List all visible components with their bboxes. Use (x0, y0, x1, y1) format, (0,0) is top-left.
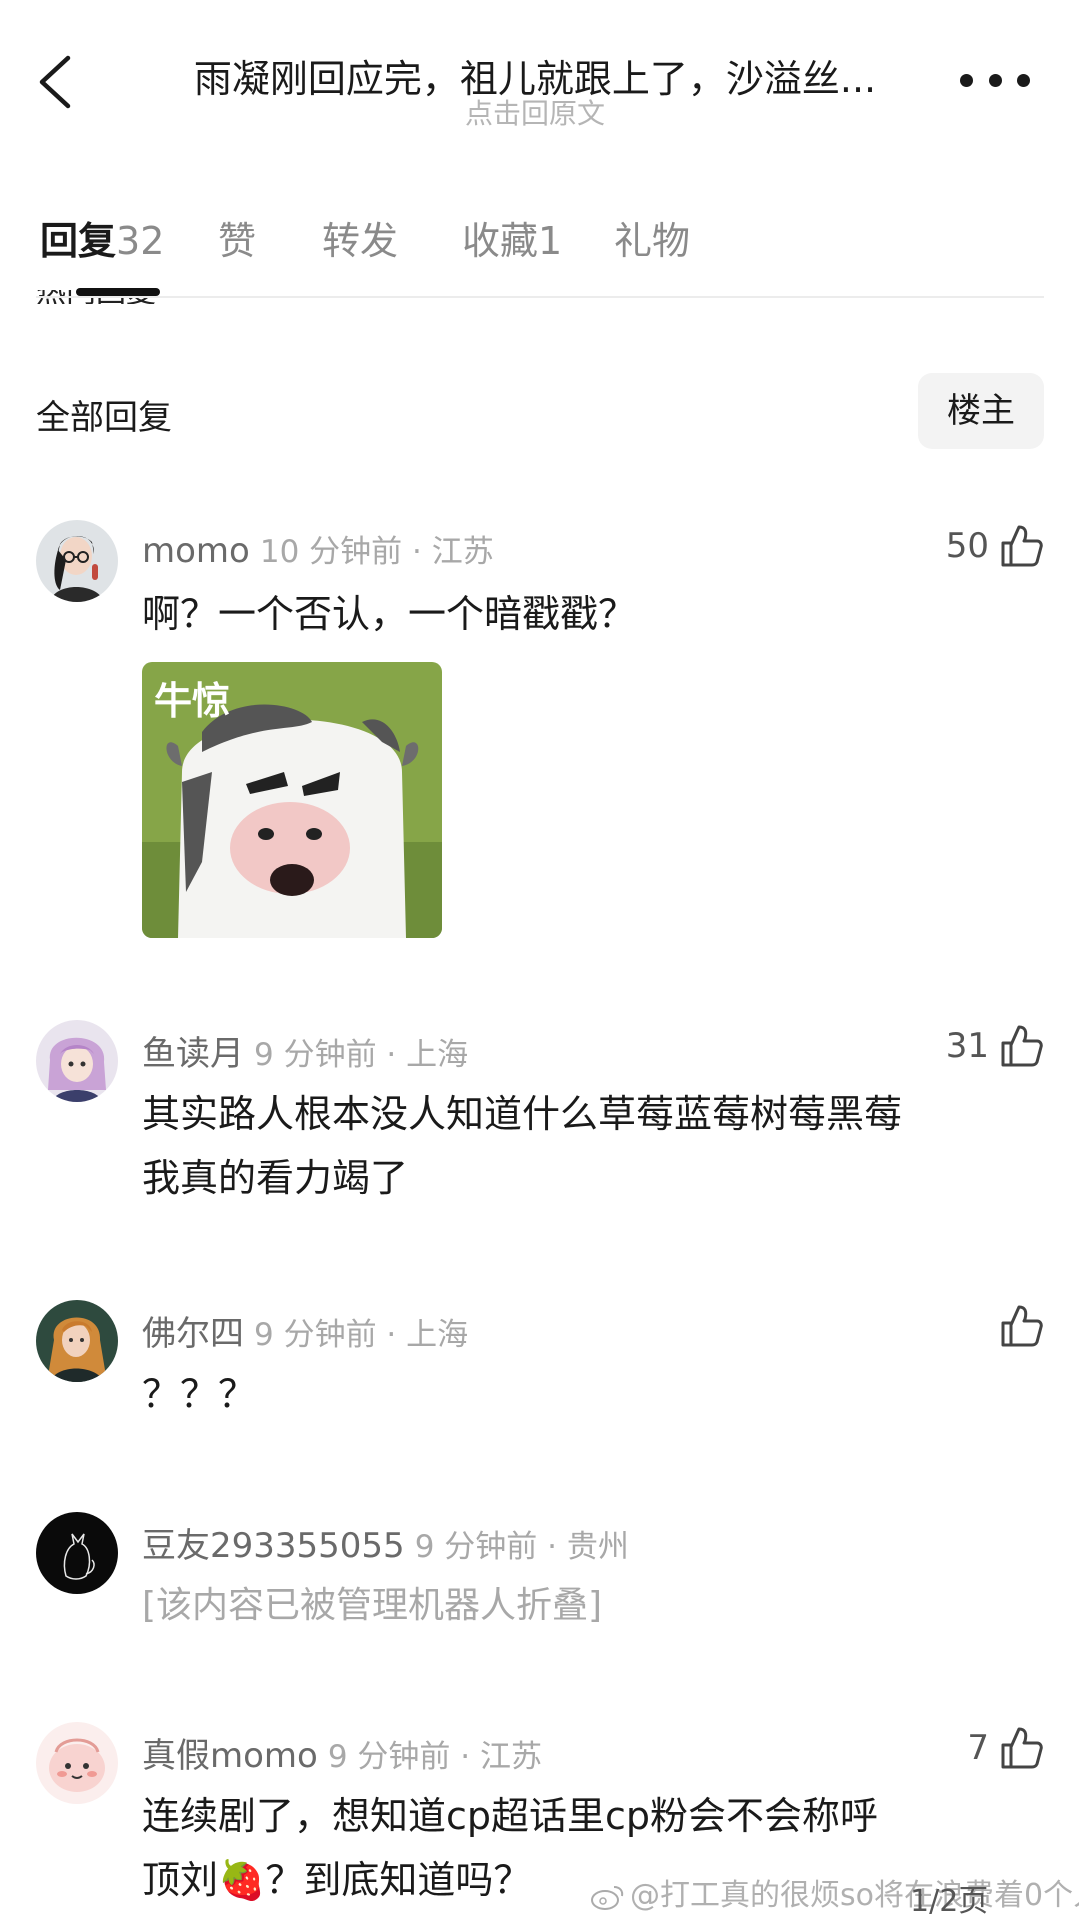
comment-text-line: 顶刘🍓？到底知道吗？ (142, 1848, 531, 1912)
text-fragment: ？到底知道吗？ (265, 1858, 532, 1902)
tab-gifts[interactable]: 礼物 (614, 210, 690, 265)
avatar[interactable] (36, 1722, 118, 1804)
tab-bar: 回复32 赞 转发 收藏1 礼物 (0, 200, 1079, 300)
tab-label: 赞 (218, 219, 257, 263)
thumbs-up-icon (1001, 525, 1043, 567)
like-button[interactable]: 50 (946, 520, 1043, 572)
like-button[interactable]: 7 (967, 1722, 1043, 1774)
more-options-button[interactable] (960, 60, 1030, 100)
anime-girl-avatar-icon (36, 1020, 118, 1102)
dot-icon (1017, 73, 1030, 87)
comment-text: ？？？ (142, 1372, 257, 1416)
timestamp-location: 10 分钟前 · 江苏 (259, 534, 494, 570)
divider (36, 296, 1044, 298)
page-indicator: 1/2页 (910, 1884, 989, 1919)
chevron-left-icon (39, 55, 71, 109)
back-button[interactable] (30, 52, 80, 112)
username[interactable]: 鱼读月 (142, 1034, 244, 1074)
timestamp-location: 9 分钟前 · 上海 (254, 1037, 469, 1073)
cat-sketch-avatar-icon (36, 1512, 118, 1594)
comment-text-line: 其实路人根本没人知道什么草莓蓝莓树莓黑莓 (142, 1092, 903, 1136)
all-replies-heading: 全部回复 (36, 398, 172, 438)
like-button[interactable] (999, 1300, 1043, 1352)
watermark-text: @打工真的很烦so将在浪费着0个人 (630, 1878, 1079, 1913)
username[interactable]: 豆友293355055 (142, 1526, 405, 1566)
timestamp-location: 9 分钟前 · 上海 (254, 1317, 469, 1353)
avatar[interactable] (36, 1300, 118, 1382)
tab-label: 收藏 (462, 219, 539, 263)
owner-filter-button[interactable]: 楼主 (918, 373, 1044, 449)
dot-icon (988, 73, 1002, 87)
comment-text-line: 我真的看力竭了 (142, 1156, 409, 1200)
active-tab-indicator (76, 288, 160, 296)
tab-label: 回复 (40, 219, 117, 263)
like-count: 50 (945, 526, 989, 566)
like-count: 31 (945, 1026, 989, 1066)
top-bar: 雨凝刚回应完，祖儿就跟上了，沙溢丝... 点击回原文 (0, 0, 1079, 150)
username[interactable]: 真假momo (142, 1736, 318, 1776)
strawberry-emoji-icon: 🍓 (218, 1858, 266, 1902)
avatar[interactable] (36, 1512, 118, 1594)
username[interactable]: 佛尔四 (142, 1314, 244, 1354)
tab-replies[interactable]: 回复32 (40, 210, 164, 265)
username[interactable]: momo (142, 531, 250, 571)
sticker-image[interactable]: 牛惊 (142, 662, 442, 938)
thumbs-up-icon (1001, 1305, 1043, 1347)
comment-meta: momo 10 分钟前 · 江苏 (142, 526, 494, 571)
sticker-caption: 牛惊 (154, 679, 231, 723)
tab-reposts[interactable]: 转发 (322, 210, 398, 265)
weibo-watermark: @打工真的很烦so将在浪费着0个人 (590, 1870, 1079, 1914)
dot-icon (960, 73, 973, 87)
comment-meta: 鱼读月 9 分钟前 · 上海 (142, 1026, 468, 1075)
avatar[interactable] (36, 520, 118, 602)
back-to-original-link[interactable]: 点击回原文 (150, 92, 920, 132)
pink-blob-avatar-icon (36, 1722, 118, 1804)
woman-glasses-avatar-icon (36, 520, 118, 602)
like-button[interactable]: 31 (946, 1020, 1043, 1072)
comment-meta: 真假momo 9 分钟前 · 江苏 (142, 1728, 542, 1777)
tab-count: 1 (538, 219, 563, 263)
woman-portrait-avatar-icon (36, 1300, 118, 1382)
text-fragment: 顶刘 (142, 1858, 219, 1902)
comment-page: 雨凝刚回应完，祖儿就跟上了，沙溢丝... 点击回原文 回复32 赞 转发 收藏1… (0, 0, 1079, 1919)
tab-count: 32 (116, 219, 165, 263)
like-count: 7 (967, 1728, 989, 1768)
tab-favorites[interactable]: 收藏1 (462, 210, 562, 265)
weibo-logo-icon (591, 1885, 624, 1910)
comment-meta: 豆友293355055 9 分钟前 · 贵州 (142, 1518, 629, 1567)
timestamp-location: 9 分钟前 · 江苏 (327, 1739, 542, 1775)
comment-text-line: 连续剧了，想知道cp超话里cp粉会不会称呼 (142, 1794, 879, 1838)
thumbs-up-icon (1001, 1727, 1043, 1769)
tab-label: 转发 (322, 219, 399, 263)
folded-notice[interactable]: [该内容已被管理机器人折叠] (142, 1574, 602, 1638)
tab-label: 礼物 (614, 219, 691, 263)
thumbs-up-icon (1001, 1025, 1043, 1067)
comment-meta: 佛尔四 9 分钟前 · 上海 (142, 1306, 468, 1355)
comment-text: 啊？一个否认，一个暗戳戳？ (142, 592, 637, 636)
timestamp-location: 9 分钟前 · 贵州 (414, 1529, 629, 1565)
tab-likes[interactable]: 赞 (218, 210, 256, 265)
avatar[interactable] (36, 1020, 118, 1102)
